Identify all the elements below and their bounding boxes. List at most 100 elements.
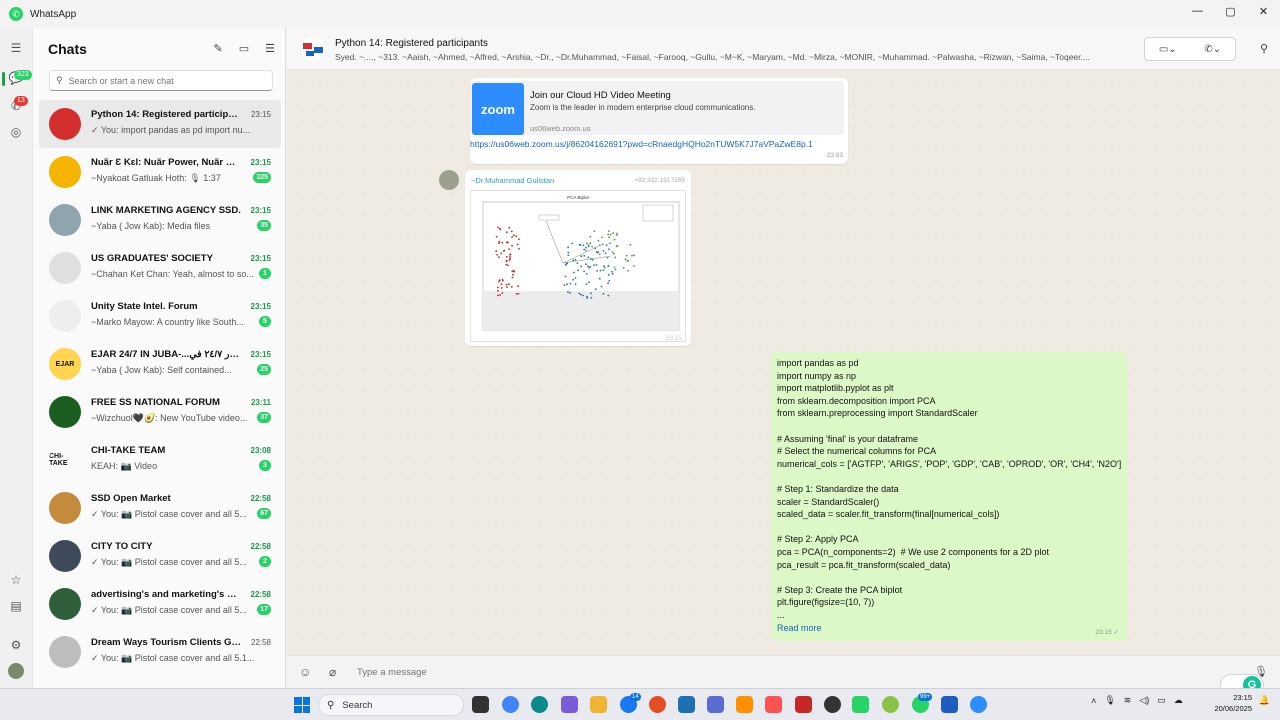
zoom-icon[interactable] xyxy=(970,696,987,713)
minimize-button[interactable]: — xyxy=(1181,0,1214,22)
filter-icon[interactable]: ☰ xyxy=(265,42,275,55)
labels-icon[interactable]: ▭ xyxy=(239,42,249,55)
edge-icon[interactable] xyxy=(531,696,548,713)
sender-name[interactable]: ~Dr.Muhammad Gulistan xyxy=(471,176,554,185)
copilot-icon[interactable] xyxy=(561,696,578,713)
group-members[interactable]: Syed. ~...., ~313. ~Aaish, ~Ahmed, ~Alfr… xyxy=(335,52,1155,62)
plot-point xyxy=(585,273,588,275)
app-icon[interactable] xyxy=(882,696,899,713)
plot-point xyxy=(611,270,613,273)
chat-avatar xyxy=(49,396,81,428)
archive-icon[interactable]: ▤ xyxy=(8,598,24,614)
code-line: from sklearn.decomposition import PCA xyxy=(777,395,936,406)
search-input[interactable] xyxy=(68,75,259,86)
outgoing-code-message[interactable]: import pandas as pd import numpy as np imp… xyxy=(771,352,1127,641)
plot-point xyxy=(602,269,605,271)
brave-icon[interactable] xyxy=(795,696,812,713)
chat-list-item[interactable]: Python 14: Registered participants ✓ You:… xyxy=(39,100,281,148)
plot-point xyxy=(611,251,614,253)
clock[interactable]: 23:15 20/06/2025 xyxy=(1214,692,1252,714)
notification-bell-icon[interactable]: 🔔 xyxy=(1259,695,1270,706)
link-message-bubble[interactable]: zoom Join our Cloud HD Video Meeting Zoo… xyxy=(470,78,848,164)
start-button[interactable] xyxy=(294,697,310,713)
chat-list-item[interactable]: FREE SS NATIONAL FORUM ~Wizchuol🖤🥑: New Y… xyxy=(33,388,285,436)
link-preview-card[interactable]: zoom Join our Cloud HD Video Meeting Zoo… xyxy=(470,81,844,135)
voice-call-icon[interactable]: ✆⌄ xyxy=(1204,44,1221,55)
chat-list-item[interactable]: CHI-TAKE CHI-TAKE TEAM KEAH: 📷 Video 23:08 3 xyxy=(33,436,285,484)
plot-point xyxy=(511,276,514,279)
video-call-icon[interactable]: ▭⌄ xyxy=(1159,44,1177,55)
plot-point xyxy=(510,230,513,233)
whatsapp-taskbar-icon[interactable] xyxy=(852,696,869,713)
plot-point xyxy=(572,278,575,281)
chat-list-item[interactable]: Dream Ways Tourism Clients Gro... ✓ You: … xyxy=(33,628,285,676)
taskbar-search[interactable]: ⚲ Search xyxy=(318,694,464,716)
code-line: # Select the numerical columns for PCA xyxy=(777,446,937,457)
wifi-icon[interactable]: ≋ xyxy=(1124,695,1132,706)
file-explorer-icon[interactable] xyxy=(590,696,607,713)
cloud-icon[interactable]: ☁ xyxy=(1174,695,1183,706)
task-view-icon[interactable] xyxy=(472,696,489,713)
group-avatar[interactable] xyxy=(301,37,325,61)
new-chat-icon[interactable]: ✎ xyxy=(214,42,223,55)
chats-badge: 323 xyxy=(14,70,32,80)
chat-list-item[interactable]: advertising's and marketing's 🏠... ✓ You:… xyxy=(33,580,285,628)
read-more-link[interactable]: Read more xyxy=(777,623,822,633)
image-message-bubble[interactable]: ~Dr.Muhammad Gulistan +92 332 1917165 PC… xyxy=(465,170,691,346)
search-box[interactable]: ⚲ xyxy=(49,70,273,91)
chat-list-item[interactable]: EJAR EJAR 24/7 IN JUBA-...إيجار ٢٤/٧ في ~Y… xyxy=(33,340,285,388)
chat-list-item[interactable]: SSD Open Market ✓ You: 📷 Pistol case cove… xyxy=(33,484,285,532)
plot-point xyxy=(591,258,594,261)
microphone-icon[interactable]: 🎙 xyxy=(1104,695,1115,706)
plot-point xyxy=(582,294,584,297)
store-icon[interactable] xyxy=(678,696,695,713)
group-title[interactable]: Python 14: Registered participants xyxy=(335,38,488,49)
search-icon[interactable]: ⚲ xyxy=(1260,42,1268,55)
emoji-icon[interactable]: ☺ xyxy=(299,665,311,679)
word-icon[interactable] xyxy=(941,696,958,713)
starred-icon[interactable]: ☆ xyxy=(8,572,24,588)
attach-icon[interactable]: ⌀ xyxy=(329,665,336,679)
volume-icon[interactable]: ◁) xyxy=(1139,695,1149,706)
chat-time: 23:15 xyxy=(250,350,271,359)
chat-list-item[interactable]: US GRADUATES' SOCIETY ~Chahan Ket Chan: Y… xyxy=(33,244,285,292)
plot-point xyxy=(600,285,603,288)
profile-avatar[interactable] xyxy=(8,663,24,679)
chevron-up-icon[interactable]: ˄ xyxy=(1091,696,1096,706)
plot-point xyxy=(573,271,575,274)
chat-list-item[interactable]: CITY TO CITY ✓ You: 📷 Pistol case cover a… xyxy=(33,532,285,580)
settings-gear-icon[interactable]: ⚙ xyxy=(8,637,24,653)
chrome-profile-icon[interactable] xyxy=(649,696,666,713)
plot-point xyxy=(616,244,619,247)
plot-point xyxy=(574,283,577,286)
battery-icon[interactable]: ▭ xyxy=(1157,695,1166,706)
photos-icon[interactable] xyxy=(765,696,782,713)
code-line: # Step 3: Create the PCA biplot xyxy=(777,584,903,595)
meeting-link[interactable]: https://us06web.zoom.us/j/86204162691?pw… xyxy=(470,139,813,149)
menu-icon[interactable]: ☰ xyxy=(8,40,24,56)
pca-biplot-image[interactable]: PCA Biplot xyxy=(470,190,686,342)
chat-list-item[interactable]: Unity State Intel. Forum ~Marko Mayow: A … xyxy=(33,292,285,340)
code-line: # Step 1: Standardize the data xyxy=(777,484,899,494)
app-title: WhatsApp xyxy=(30,8,77,20)
sender-avatar[interactable] xyxy=(439,170,459,190)
plot-point xyxy=(505,259,508,262)
conversation-header[interactable]: Python 14: Registered participants Syed.… xyxy=(287,28,1280,70)
pin-icon[interactable] xyxy=(736,696,753,713)
app-icon[interactable] xyxy=(824,696,841,713)
message-input[interactable] xyxy=(357,663,1217,681)
plot-point xyxy=(602,292,605,295)
maximize-button[interactable]: ▢ xyxy=(1214,0,1247,22)
chat-preview: ✓ You: 📷 Pistol case cover and all 5... xyxy=(91,605,247,615)
chat-list-item[interactable]: Nuãr Ɛ Kɛl: Nuãr Power, Nuãr Bu... ~Nyako… xyxy=(33,148,285,196)
plot-point xyxy=(625,254,628,257)
calculator-icon[interactable] xyxy=(707,696,724,713)
plot-point xyxy=(499,294,501,296)
status-icon[interactable]: ◎ xyxy=(8,124,24,140)
close-button[interactable]: ✕ xyxy=(1247,0,1280,22)
plot-point xyxy=(627,260,630,262)
chrome-icon[interactable] xyxy=(502,696,519,713)
plot-point xyxy=(597,239,600,242)
chat-list-item[interactable]: LINK MARKETING AGENCY SSD. ~Yaba ( Jow Ka… xyxy=(33,196,285,244)
plot-point xyxy=(593,230,596,232)
